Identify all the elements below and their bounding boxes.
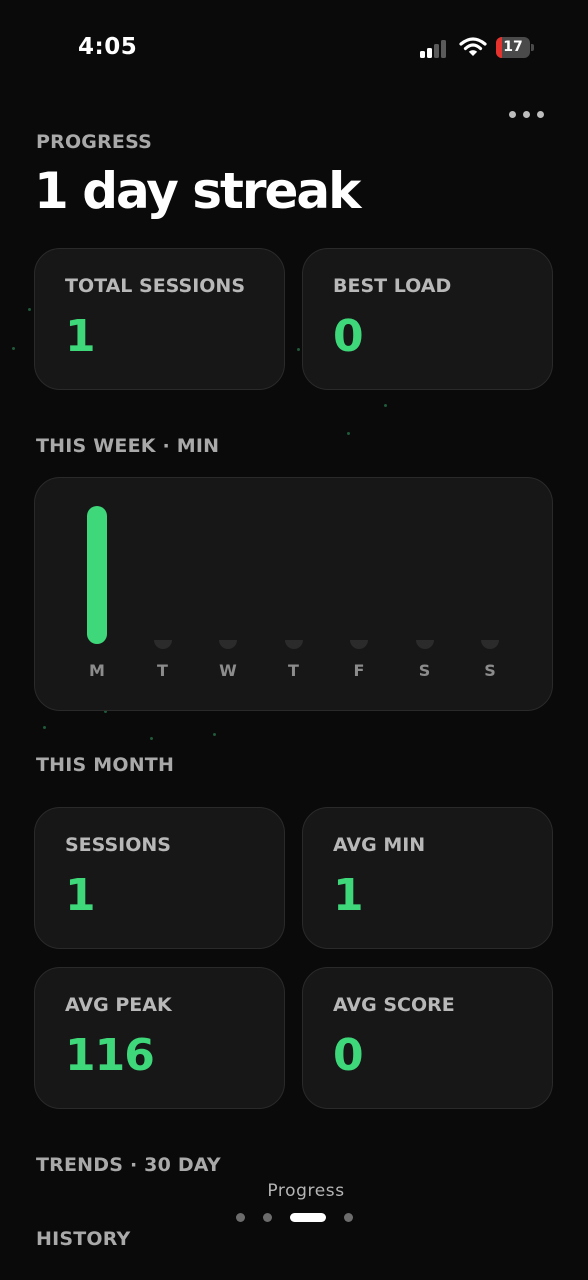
day-label: S	[418, 661, 431, 680]
stat-value: 0	[333, 311, 364, 362]
section-label-trends: TRENDS · 30 DAY	[36, 1154, 221, 1176]
battery-level: 17	[503, 39, 523, 55]
stat-value: 1	[65, 311, 96, 362]
section-label-progress: PROGRESS	[36, 131, 153, 153]
stat-label: AVG MIN	[333, 834, 426, 856]
day-column: W	[218, 478, 238, 712]
more-options-button[interactable]	[506, 108, 546, 122]
stat-value: 116	[65, 1030, 155, 1081]
day-label: T	[288, 661, 299, 680]
battery-icon: 17	[496, 37, 534, 59]
total-sessions-card[interactable]: TOTAL SESSIONS 1	[34, 248, 285, 390]
pager-dot-active[interactable]	[290, 1213, 326, 1222]
pager-dot[interactable]	[236, 1213, 245, 1222]
day-column: T	[153, 478, 173, 712]
day-column: S	[415, 478, 435, 712]
month-avg-min-card[interactable]: AVG MIN 1	[302, 807, 553, 949]
empty-day-marker	[219, 640, 237, 649]
stat-label: AVG PEAK	[65, 994, 172, 1016]
day-column: S	[480, 478, 500, 712]
cellular-signal-icon	[420, 38, 452, 58]
stat-label: BEST LOAD	[333, 275, 452, 297]
weekly-minutes-chart[interactable]: MTWTFSS	[34, 477, 553, 711]
day-column: T	[284, 478, 304, 712]
stat-value: 1	[65, 870, 96, 921]
stat-value: 0	[333, 1030, 364, 1081]
page-title: 1 day streak	[34, 162, 361, 220]
page-indicator[interactable]	[236, 1211, 356, 1223]
status-bar: 4:05 17	[0, 0, 588, 96]
section-label-this-month: THIS MONTH	[36, 754, 175, 776]
empty-day-marker	[481, 640, 499, 649]
ellipsis-icon	[509, 111, 516, 118]
day-label: M	[89, 661, 105, 680]
section-label-this-week: THIS WEEK · MIN	[36, 435, 220, 457]
month-sessions-card[interactable]: SESSIONS 1	[34, 807, 285, 949]
month-avg-score-card[interactable]: AVG SCORE 0	[302, 967, 553, 1109]
day-label: T	[157, 661, 168, 680]
month-avg-peak-card[interactable]: AVG PEAK 116	[34, 967, 285, 1109]
empty-day-marker	[284, 640, 303, 649]
day-label: W	[219, 661, 237, 680]
day-label: F	[353, 661, 365, 680]
wifi-icon	[459, 37, 487, 56]
pager-dot[interactable]	[344, 1213, 353, 1222]
section-label-history: HISTORY	[36, 1228, 131, 1250]
empty-day-marker	[350, 640, 368, 649]
stat-value: 1	[333, 870, 364, 921]
pager-label: Progress	[267, 1181, 345, 1201]
status-time: 4:05	[78, 34, 138, 60]
stat-label: AVG SCORE	[333, 994, 455, 1016]
day-column: M	[87, 478, 107, 712]
stat-label: TOTAL SESSIONS	[65, 275, 246, 297]
day-bar	[87, 506, 107, 644]
empty-day-marker	[415, 640, 434, 649]
day-column: F	[349, 478, 369, 712]
empty-day-marker	[153, 640, 172, 649]
best-load-card[interactable]: BEST LOAD 0	[302, 248, 553, 390]
day-label: S	[484, 661, 496, 680]
pager-dot[interactable]	[263, 1213, 272, 1222]
stat-label: SESSIONS	[65, 834, 171, 856]
